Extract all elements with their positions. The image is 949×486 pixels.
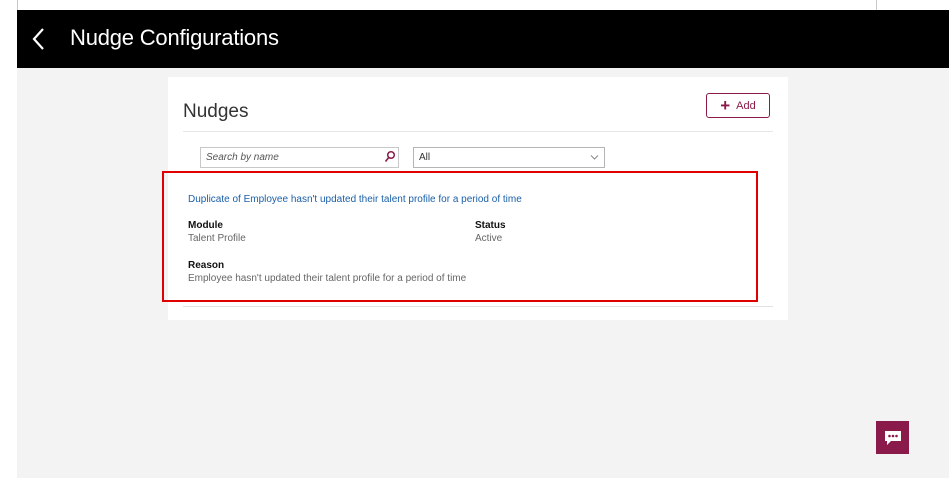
page-title: Nudge Configurations — [70, 25, 279, 50]
nudge-card: Duplicate of Employee hasn't updated the… — [183, 190, 773, 307]
chevron-left-icon — [32, 28, 44, 50]
reason-value: Employee hasn't updated their talent pro… — [188, 273, 467, 284]
search-box — [200, 147, 399, 168]
status-value: Active — [475, 233, 503, 244]
status-filter-value: All — [419, 152, 431, 163]
frame-edge-right — [876, 0, 877, 10]
divider — [183, 131, 773, 132]
status-filter-select[interactable]: All — [413, 147, 605, 168]
plus-icon: + — [720, 95, 731, 115]
app-window: Nudge Configurations Nudges + Add All Du… — [17, 10, 949, 478]
module-value: Talent Profile — [188, 233, 246, 244]
status-label: Status — [475, 220, 506, 231]
reason-label: Reason — [188, 260, 225, 271]
header-bar: Nudge Configurations — [17, 10, 949, 68]
back-button[interactable] — [27, 24, 53, 54]
chevron-down-icon — [590, 155, 599, 160]
search-icon[interactable] — [384, 150, 396, 164]
panel-title: Nudges — [183, 101, 249, 122]
frame-edge-left — [17, 0, 18, 10]
nudge-title-link[interactable]: Duplicate of Employee hasn't updated the… — [188, 194, 522, 205]
nudges-panel: Nudges + Add All Duplicate of Employee h… — [168, 77, 788, 320]
add-button[interactable]: + Add — [706, 93, 770, 118]
chat-icon — [884, 430, 901, 445]
chat-button[interactable] — [876, 421, 909, 454]
module-label: Module — [188, 220, 223, 231]
search-input[interactable] — [201, 148, 371, 167]
add-button-label: Add — [736, 99, 756, 112]
